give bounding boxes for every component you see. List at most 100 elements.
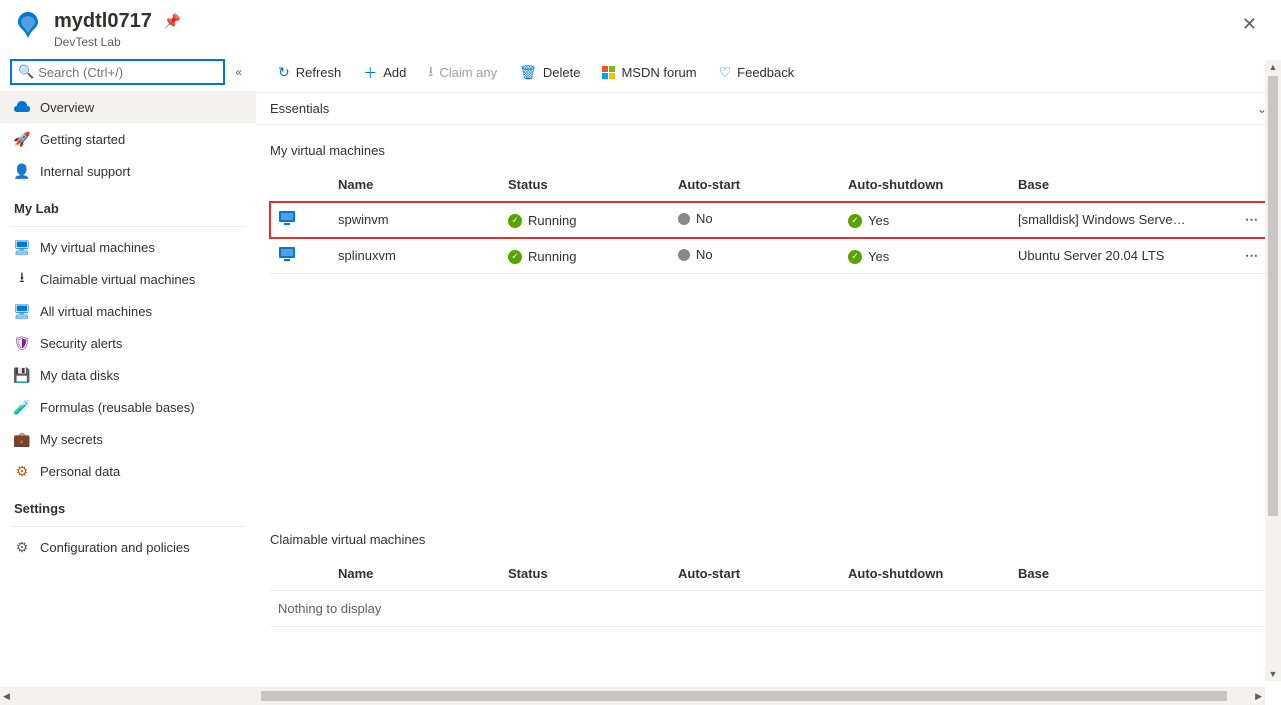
sidebar-item-label: Getting started [40,132,125,147]
search-input[interactable] [38,65,217,80]
feedback-button[interactable]: ♡ Feedback [709,58,805,87]
toolbar: ↻ Refresh ＋ Add ⭳ Claim any 🗑 Delete MSD… [256,53,1281,93]
section-claimable: Claimable virtual machines [256,514,1281,557]
heart-icon: ♡ [719,64,732,81]
sidebar-item-label: Overview [40,100,94,115]
section-my-vms: My virtual machines [256,125,1281,168]
sidebar-item-label: Formulas (reusable bases) [40,400,195,415]
sidebar-item-personal[interactable]: ⚙ Personal data [0,455,256,487]
sidebar-item-overview[interactable]: Overview [0,91,256,123]
col-base[interactable]: Base [1010,168,1237,202]
devtestlab-icon [12,10,44,42]
essentials-toggle[interactable]: Essentials ⌄ [256,93,1281,125]
sidebar-item-secrets[interactable]: 💼 My secrets [0,423,256,455]
vm-icon: 🖥 [14,239,30,255]
col-autoshutdown[interactable]: Auto-shutdown [840,557,1010,591]
sidebar-item-config[interactable]: ⚙ Configuration and policies [0,531,256,563]
status-ok-icon: ✓ [508,250,522,264]
col-autoshutdown[interactable]: Auto-shutdown [840,168,1010,202]
main-content: ↻ Refresh ＋ Add ⭳ Claim any 🗑 Delete MSD… [256,53,1281,698]
sidebar-section-settings: Settings [0,487,256,522]
sidebar: 🔍 « Overview 🚀 Getting started 👤 Interna… [0,53,256,698]
col-status[interactable]: Status [500,557,670,591]
search-input-wrap[interactable]: 🔍 [10,59,225,85]
divider [10,226,246,227]
claim-any-button: ⭳ Claim any [418,55,507,91]
search-icon: 🔍 [18,64,34,80]
col-autostart[interactable]: Auto-start [670,168,840,202]
status-dot-icon [678,213,690,225]
page-title: mydtl0717 [54,10,152,33]
row-menu-button[interactable]: ⋯ [1245,248,1259,263]
sidebar-item-internal-support[interactable]: 👤 Internal support [0,155,256,187]
sidebar-item-label: All virtual machines [40,304,152,319]
status-ok-icon: ✓ [508,214,522,228]
plus-icon: ＋ [363,63,377,83]
sidebar-item-label: Personal data [40,464,120,479]
vm-autostart: No [696,211,713,226]
sidebar-item-formulas[interactable]: 🧪 Formulas (reusable bases) [0,391,256,423]
scroll-thumb[interactable] [1268,76,1278,516]
col-autostart[interactable]: Auto-start [670,557,840,591]
status-ok-icon: ✓ [848,214,862,228]
msdn-button[interactable]: MSDN forum [592,59,706,86]
scroll-left-icon[interactable]: ◀ [0,691,13,702]
vm-autoshutdown: Yes [868,249,889,264]
sidebar-item-getting-started[interactable]: 🚀 Getting started [0,123,256,155]
sidebar-item-label: Claimable virtual machines [40,272,195,287]
horizontal-scrollbar[interactable]: ◀ ▶ [0,687,1265,705]
disk-icon: 💾 [14,367,30,383]
add-button[interactable]: ＋ Add [353,57,416,89]
collapse-sidebar-icon[interactable]: « [231,61,246,83]
scroll-right-icon[interactable]: ▶ [1252,691,1265,702]
sidebar-item-all-vms[interactable]: 🖥 All virtual machines [0,295,256,327]
claim-icon: ⭳ [428,61,433,85]
button-label: Claim any [439,65,497,80]
support-icon: 👤 [14,163,30,179]
row-menu-button[interactable]: ⋯ [1245,212,1259,227]
refresh-icon: ↻ [278,64,290,81]
sidebar-item-label: Internal support [40,164,130,179]
scroll-thumb[interactable] [261,691,1228,701]
resource-type-label: DevTest Lab [54,35,1234,49]
col-status[interactable]: Status [500,168,670,202]
scroll-up-icon[interactable]: ▲ [1267,60,1280,74]
pin-icon[interactable]: 📌 [164,13,181,30]
sidebar-item-label: My virtual machines [40,240,155,255]
vm-status: Running [528,213,576,228]
button-label: MSDN forum [621,65,696,80]
shield-icon: 🛡 [14,335,30,351]
sidebar-item-claimable[interactable]: ⭳ Claimable virtual machines [0,263,256,295]
button-label: Feedback [737,65,794,80]
cloud-icon [14,99,30,115]
vm-name: spwinvm [330,202,500,238]
sidebar-item-security[interactable]: 🛡 Security alerts [0,327,256,359]
refresh-button[interactable]: ↻ Refresh [268,58,351,87]
flask-icon: 🧪 [14,399,30,415]
table-row[interactable]: spwinvm ✓Running No ✓Yes [smalldisk] Win… [270,202,1267,238]
sidebar-item-label: My secrets [40,432,103,447]
sidebar-item-disks[interactable]: 💾 My data disks [0,359,256,391]
sidebar-item-label: Configuration and policies [40,540,190,555]
vm-row-icon [278,245,296,263]
table-row[interactable]: splinuxvm ✓Running No ✓Yes Ubuntu Server… [270,238,1267,274]
vertical-scrollbar[interactable]: ▲ ▼ [1265,60,1281,681]
essentials-label: Essentials [270,101,329,116]
close-button[interactable]: ✕ [1234,10,1265,39]
scroll-down-icon[interactable]: ▼ [1267,667,1280,681]
col-name[interactable]: Name [330,168,500,202]
status-ok-icon: ✓ [848,250,862,264]
rocket-icon: 🚀 [14,131,30,147]
vm-base: [smalldisk] Windows Serve… [1010,202,1237,238]
download-icon: ⭳ [14,271,30,287]
delete-button[interactable]: 🗑 Delete [509,58,590,87]
col-name[interactable]: Name [330,557,500,591]
col-base[interactable]: Base [1010,557,1237,591]
divider [10,526,246,527]
button-label: Refresh [296,65,342,80]
claimable-table: Name Status Auto-start Auto-shutdown Bas… [270,557,1267,627]
vm-name: splinuxvm [330,238,500,274]
button-label: Add [383,65,406,80]
sidebar-item-my-vms[interactable]: 🖥 My virtual machines [0,231,256,263]
briefcase-icon: 💼 [14,431,30,447]
